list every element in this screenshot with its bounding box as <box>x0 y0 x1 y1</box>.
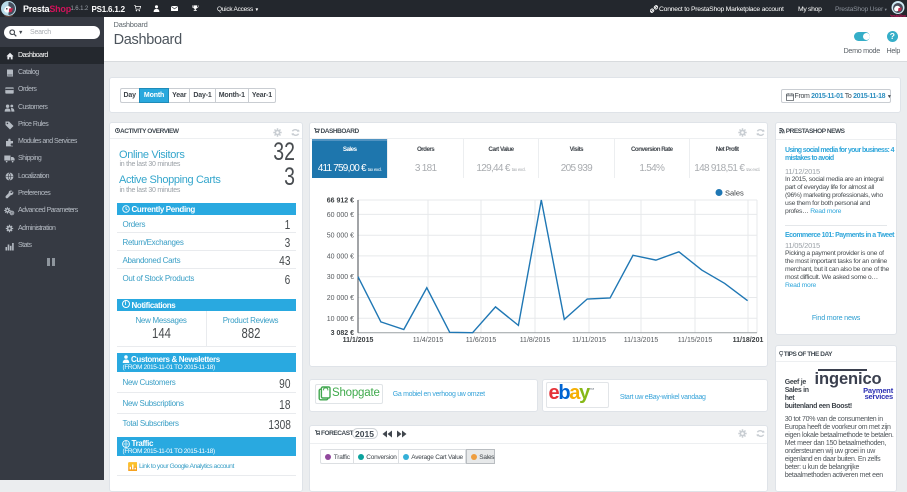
svg-text:11/18/201: 11/18/201 <box>733 337 764 344</box>
svg-text:11/11/2015: 11/11/2015 <box>572 337 606 344</box>
svg-text:10 000 €: 10 000 € <box>327 316 354 323</box>
svg-text:66 912 €: 66 912 € <box>327 198 354 205</box>
svg-text:11/1/2015: 11/1/2015 <box>343 337 374 344</box>
svg-text:11/15/2015: 11/15/2015 <box>678 337 713 344</box>
svg-text:60 000 €: 60 000 € <box>327 212 354 219</box>
svg-text:20 000 €: 20 000 € <box>327 295 354 302</box>
svg-text:40 000 €: 40 000 € <box>327 253 354 260</box>
svg-text:11/6/2015: 11/6/2015 <box>466 337 497 344</box>
svg-text:11/13/2015: 11/13/2015 <box>624 337 659 344</box>
svg-text:11/8/2015: 11/8/2015 <box>520 337 551 344</box>
svg-text:50 000 €: 50 000 € <box>327 233 354 240</box>
svg-text:30 000 €: 30 000 € <box>327 274 354 281</box>
svg-text:Sales: Sales <box>725 188 744 197</box>
svg-text:11/4/2015: 11/4/2015 <box>413 337 444 344</box>
